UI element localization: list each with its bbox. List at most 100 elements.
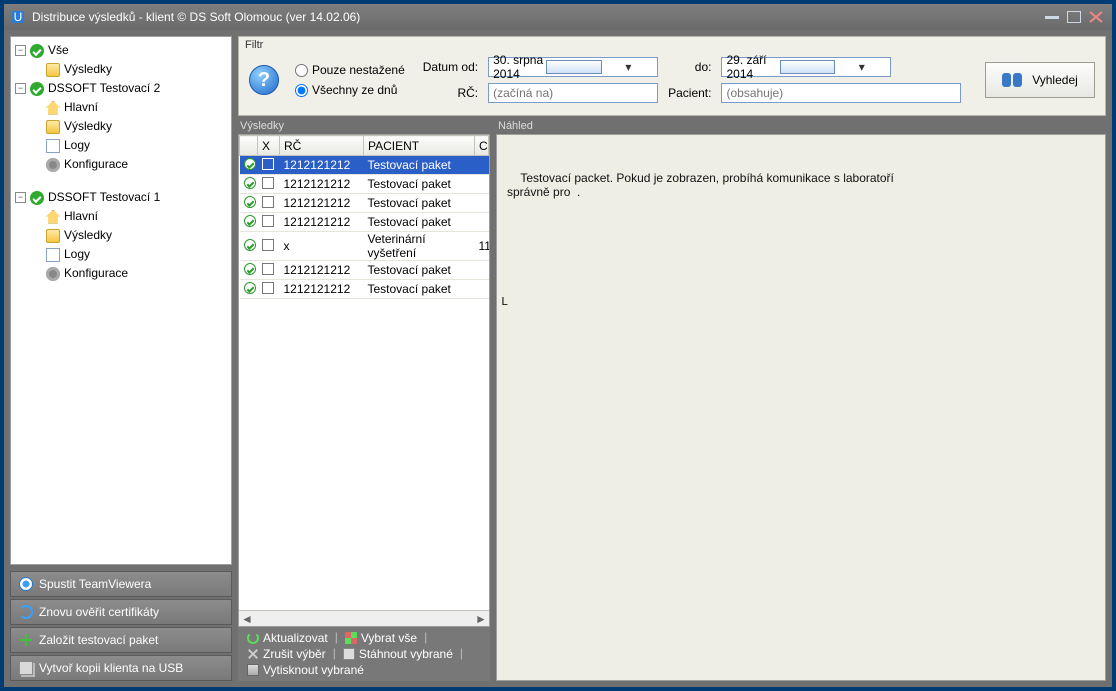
refresh-icon [247, 632, 259, 644]
folder-icon [46, 63, 60, 77]
gear-icon [46, 158, 60, 172]
tree-child[interactable]: Hlavní [31, 207, 229, 226]
preview-stray: L [501, 295, 508, 309]
check-icon [30, 44, 44, 58]
cell-c: 11 [475, 232, 489, 261]
col-rc[interactable]: RČ [280, 136, 364, 156]
radio-all[interactable]: Všechny ze dnů [295, 83, 405, 97]
print-selected-button[interactable]: Vytisknout vybrané [242, 662, 369, 678]
cell-c [475, 261, 489, 280]
search-button[interactable]: Vyhledej [985, 62, 1095, 98]
usb-copy-button[interactable]: Vytvoř kopii klienta na USB [10, 655, 232, 681]
filter-panel: Filtr ? Pouze nestažené Všechny ze dnů D… [238, 36, 1106, 116]
rc-input[interactable] [488, 83, 658, 103]
status-ok-icon [244, 263, 256, 275]
cell-rc: 1212121212 [280, 175, 364, 194]
col-c[interactable]: C [475, 136, 489, 156]
horizontal-scrollbar[interactable]: ◄► [239, 610, 489, 626]
table-row[interactable]: 1212121212Testovací paket [240, 261, 489, 280]
folder-icon [46, 229, 60, 243]
row-checkbox[interactable] [262, 282, 274, 294]
tree-child[interactable]: Logy [31, 136, 229, 155]
tree-node-group2[interactable]: − DSSOFT Testovací 1 [15, 188, 229, 207]
help-icon[interactable]: ? [249, 65, 279, 95]
home-icon [46, 101, 60, 115]
tree-child[interactable]: Konfigurace [31, 264, 229, 283]
close-button[interactable] [1086, 9, 1106, 25]
row-checkbox[interactable] [262, 196, 274, 208]
row-checkbox[interactable] [262, 239, 274, 251]
cancel-selection-button[interactable]: Zrušit výběr [242, 646, 331, 662]
tree-child[interactable]: Výsledky [31, 117, 229, 136]
cell-pacient: Veterinární vyšetření [364, 232, 475, 261]
chevron-down-icon: ▾ [602, 60, 655, 74]
status-ok-icon [244, 196, 256, 208]
row-checkbox[interactable] [262, 177, 274, 189]
recheck-cert-button[interactable]: Znovu ověřit certifikáty [10, 599, 232, 625]
table-row[interactable]: xVeterinární vyšetření11 [240, 232, 489, 261]
app-icon: U [10, 9, 26, 25]
binoculars-icon [1002, 73, 1022, 87]
cell-pacient: Testovací paket [364, 175, 475, 194]
col-status[interactable] [240, 136, 258, 156]
update-button[interactable]: Aktualizovat [242, 630, 333, 646]
collapse-icon[interactable]: − [15, 83, 26, 94]
date-from-label: Datum od: [423, 60, 478, 74]
tree-child[interactable]: Konfigurace [31, 155, 229, 174]
tree-child[interactable]: Hlavní [31, 98, 229, 117]
tree-label: Vše [48, 41, 69, 60]
preview-text: Testovací packet. Pokud je zobrazen, pro… [507, 171, 1095, 199]
collapse-icon[interactable]: − [15, 45, 26, 56]
tree-child[interactable]: Výsledky [31, 226, 229, 245]
teamviewer-button[interactable]: Spustit TeamViewera [10, 571, 232, 597]
cell-rc: 1212121212 [280, 261, 364, 280]
preview-title: Náhled [496, 120, 1106, 134]
date-to-picker[interactable]: 29. září 2014▾ [721, 57, 891, 77]
create-test-packet-button[interactable]: Založit testovací paket [10, 627, 232, 653]
calendar-icon [546, 60, 601, 74]
row-checkbox[interactable] [262, 215, 274, 227]
teamviewer-icon [19, 577, 33, 591]
select-all-icon [345, 632, 357, 644]
cell-c [475, 194, 489, 213]
calendar-icon [780, 60, 835, 74]
page-icon [46, 139, 60, 153]
tree-child[interactable]: Logy [31, 245, 229, 264]
results-title: Výsledky [238, 120, 490, 134]
tree-node-group1[interactable]: − DSSOFT Testovací 2 [15, 79, 229, 98]
tree-node-vse[interactable]: − Vše [15, 41, 229, 60]
col-x[interactable]: X [258, 136, 280, 156]
row-checkbox[interactable] [262, 263, 274, 275]
cell-c [475, 280, 489, 299]
cell-rc: 1212121212 [280, 156, 364, 175]
pacient-label: Pacient: [668, 86, 711, 100]
table-row[interactable]: 1212121212Testovací paket [240, 156, 489, 175]
status-ok-icon [244, 282, 256, 294]
date-from-picker[interactable]: 30. srpna 2014▾ [488, 57, 658, 77]
check-icon [30, 82, 44, 96]
cell-rc: 1212121212 [280, 213, 364, 232]
table-row[interactable]: 1212121212Testovací paket [240, 175, 489, 194]
radio-unread[interactable]: Pouze nestažené [295, 63, 405, 77]
minimize-button[interactable] [1042, 9, 1062, 25]
download-selected-button[interactable]: Stáhnout vybrané [338, 646, 458, 662]
tree-panel: − Vše Výsledky − [10, 36, 232, 565]
col-pacient[interactable]: PACIENT [364, 136, 475, 156]
print-icon [247, 664, 259, 676]
date-to-label: do: [668, 60, 711, 74]
collapse-icon[interactable]: − [15, 192, 26, 203]
row-checkbox[interactable] [262, 158, 274, 170]
cell-rc: 1212121212 [280, 194, 364, 213]
table-row[interactable]: 1212121212Testovací paket [240, 280, 489, 299]
maximize-button[interactable] [1064, 9, 1084, 25]
pacient-input[interactable] [721, 83, 961, 103]
download-icon [343, 648, 355, 660]
results-grid: X RČ PACIENT C 1212121212Testovací paket… [238, 134, 490, 627]
titlebar: U Distribuce výsledků - klient © DS Soft… [4, 4, 1112, 30]
select-all-button[interactable]: Vybrat vše [340, 630, 422, 646]
preview-panel: Testovací packet. Pokud je zobrazen, pro… [496, 134, 1106, 681]
tree-node-vysledky[interactable]: Výsledky [31, 60, 229, 79]
table-row[interactable]: 1212121212Testovací paket [240, 213, 489, 232]
status-ok-icon [244, 177, 256, 189]
table-row[interactable]: 1212121212Testovací paket [240, 194, 489, 213]
